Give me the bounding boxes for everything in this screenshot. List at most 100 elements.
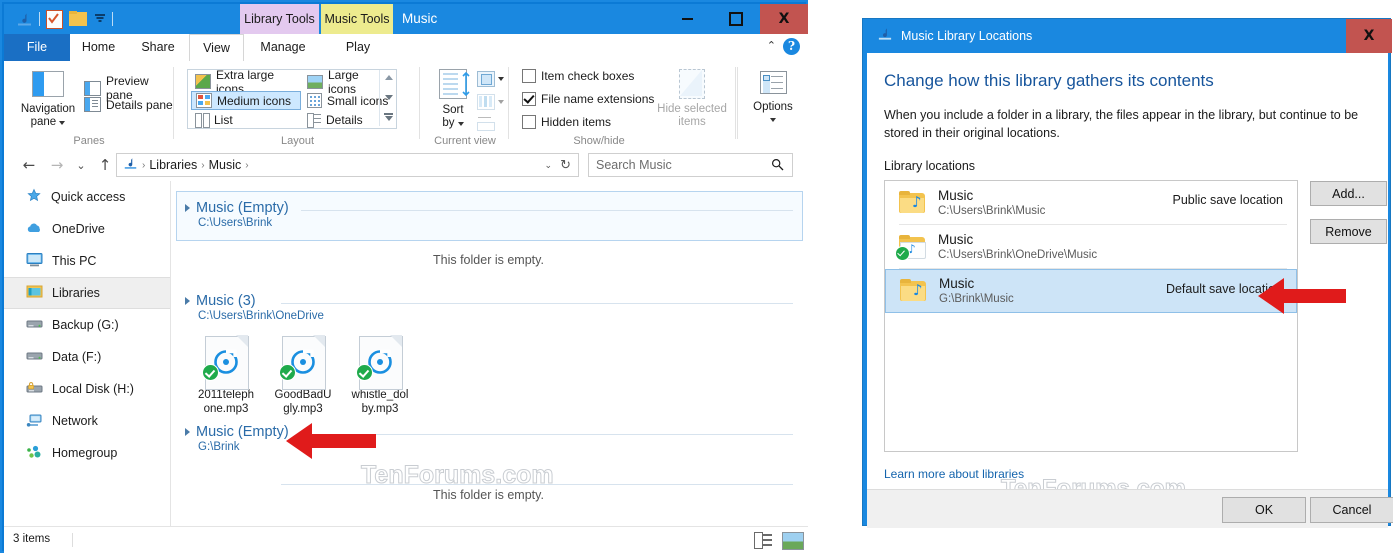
refresh-icon[interactable]: ↻ [560, 158, 571, 173]
customize-qat-icon[interactable] [94, 10, 106, 28]
sidebar-item-label: Homegroup [52, 446, 118, 460]
add-columns-button[interactable] [477, 94, 504, 110]
sort-by-button[interactable]: Sort by [433, 69, 473, 130]
close-button[interactable]: X [760, 4, 808, 34]
navigation-pane-label-2: pane [31, 116, 66, 129]
collapse-ribbon-icon[interactable]: ⌃ [767, 39, 776, 52]
tab-home[interactable]: Home [70, 34, 127, 61]
file-list-area[interactable]: Music (Empty) C:\Users\Brink This folder… [171, 181, 808, 526]
ok-button[interactable]: OK [1222, 497, 1306, 523]
recent-locations-button[interactable]: ⌄ [70, 154, 92, 176]
gallery-more-icon[interactable] [384, 113, 393, 115]
options-button[interactable]: Options [747, 71, 799, 122]
collapse-triangle-icon[interactable] [185, 297, 190, 305]
size-columns-button[interactable] [477, 116, 495, 135]
large-icons-icon [307, 74, 323, 89]
sidebar-item-libraries[interactable]: Libraries [4, 277, 170, 309]
properties-icon[interactable] [46, 9, 63, 29]
new-folder-icon[interactable] [69, 11, 88, 27]
music-folder-icon: ♪ [899, 191, 927, 215]
gallery-more-arrow-icon[interactable] [385, 116, 393, 121]
contextual-tab-library-tools[interactable]: Library Tools [240, 4, 319, 34]
contextual-tab-music-tools[interactable]: Music Tools [321, 4, 393, 34]
location-path: G:\Brink\Music [939, 292, 1014, 305]
group-by-button[interactable] [477, 71, 504, 87]
gallery-scrollbar[interactable] [379, 70, 396, 126]
minimize-button[interactable] [664, 4, 711, 34]
file-item[interactable]: whistle_dol by.mp3 [343, 335, 417, 416]
tab-share[interactable]: Share [127, 34, 189, 61]
file-item[interactable]: 2011teleph one.mp3 [189, 335, 263, 416]
search-input[interactable]: Search Music [588, 153, 793, 177]
music-library-icon[interactable] [16, 11, 33, 28]
up-button[interactable]: ↑ [94, 154, 116, 176]
onedrive-music-folder-icon: ♪ [895, 235, 927, 261]
remove-button[interactable]: Remove [1310, 219, 1387, 244]
group-header-2[interactable]: Music (3) C:\Users\Brink\OneDrive [185, 293, 324, 322]
large-icons-view-icon [782, 532, 804, 550]
cancel-button[interactable]: Cancel [1310, 497, 1393, 523]
navigation-pane-button[interactable]: Navigation pane [20, 71, 76, 129]
close-icon: X [778, 11, 790, 27]
collapse-triangle-icon[interactable] [185, 204, 190, 212]
scroll-up-icon[interactable] [385, 75, 393, 80]
breadcrumb-libraries[interactable]: Libraries [149, 158, 197, 172]
layout-medium-icons[interactable]: Medium icons [191, 91, 301, 110]
details-pane-button[interactable]: Details pane [84, 97, 173, 112]
file-name-extensions-checkbox[interactable]: File name extensions [522, 92, 654, 106]
mp3-file-icon [279, 335, 326, 390]
monitor-icon [26, 252, 43, 270]
group-title[interactable]: Music (Empty) [185, 200, 289, 216]
tab-manage[interactable]: Manage [244, 34, 322, 61]
list-item-selected[interactable]: ♪ Music G:\Brink\Music Default save loca… [885, 269, 1297, 313]
list-item[interactable]: ♪ Music C:\Users\Brink\OneDrive\Music [885, 225, 1297, 269]
sidebar-item-this-pc[interactable]: This PC [4, 245, 170, 277]
details-view-button[interactable] [754, 532, 774, 549]
file-item[interactable]: GoodBadU gly.mp3 [266, 335, 340, 416]
dialog-close-button[interactable]: X [1346, 19, 1392, 53]
group-title[interactable]: Music (3) [185, 293, 324, 309]
sidebar-item-homegroup[interactable]: Homegroup [4, 437, 170, 469]
collapse-triangle-icon[interactable] [185, 428, 190, 436]
sidebar-item-network[interactable]: Network [4, 405, 170, 437]
hide-selected-items-button[interactable]: Hide selected items [656, 69, 728, 129]
tab-play[interactable]: Play [322, 34, 394, 61]
sidebar-item-quick-access[interactable]: Quick access [4, 181, 170, 213]
group-header-3[interactable]: Music (Empty) G:\Brink [185, 424, 289, 453]
sidebar-item-backup-g[interactable]: Backup (G:) [4, 309, 170, 341]
layout-gallery: Extra large icons Large icons Medium ico… [187, 68, 397, 129]
large-icons-view-button[interactable] [782, 532, 804, 550]
sidebar-item-onedrive[interactable]: OneDrive [4, 213, 170, 245]
breadcrumb-music[interactable]: Music [209, 158, 242, 172]
ribbon-tab-strip: File Home Share View Manage Play ⌃ ? [4, 34, 808, 62]
search-icon[interactable] [771, 158, 784, 175]
forward-button[interactable]: → [46, 154, 68, 176]
library-locations-list[interactable]: ♪ Music C:\Users\Brink\Music Public save… [884, 180, 1298, 452]
group-title[interactable]: Music (Empty) [185, 424, 289, 440]
address-dropdown-icon[interactable]: ⌄ [544, 160, 552, 171]
ribbon-group-show-hide: Item check boxes File name extensions Hi… [510, 61, 736, 149]
sidebar-item-local-disk-h[interactable]: Local Disk (H:) [4, 373, 170, 405]
scroll-down-icon[interactable] [385, 95, 393, 100]
drive-icon [26, 349, 43, 365]
layout-extra-large-icons[interactable]: Extra large icons [191, 68, 301, 96]
sidebar-item-data-f[interactable]: Data (F:) [4, 341, 170, 373]
group-rule [301, 210, 793, 211]
help-icon[interactable]: ? [783, 38, 800, 55]
maximize-button[interactable] [712, 4, 759, 34]
tab-view[interactable]: View [189, 34, 244, 62]
address-bar[interactable]: › Libraries › Music › ⌄ ↻ [116, 153, 579, 177]
location-path: C:\Users\Brink\OneDrive\Music [938, 248, 1098, 261]
back-button[interactable]: ← [18, 154, 40, 176]
music-library-locations-dialog: Music Library Locations X Change how thi… [862, 18, 1393, 528]
qat-separator-2 [112, 12, 113, 26]
group-header-1[interactable]: Music (Empty) C:\Users\Brink [185, 200, 289, 229]
medium-icons-icon [196, 93, 212, 108]
file-name-line-2: by.mp3 [361, 403, 399, 415]
item-check-boxes-checkbox[interactable]: Item check boxes [522, 69, 634, 83]
layout-list[interactable]: List [191, 110, 301, 129]
add-button[interactable]: Add... [1310, 181, 1387, 206]
hidden-items-checkbox[interactable]: Hidden items [522, 115, 611, 129]
list-item[interactable]: ♪ Music C:\Users\Brink\Music Public save… [885, 181, 1297, 225]
tab-file[interactable]: File [4, 34, 70, 61]
